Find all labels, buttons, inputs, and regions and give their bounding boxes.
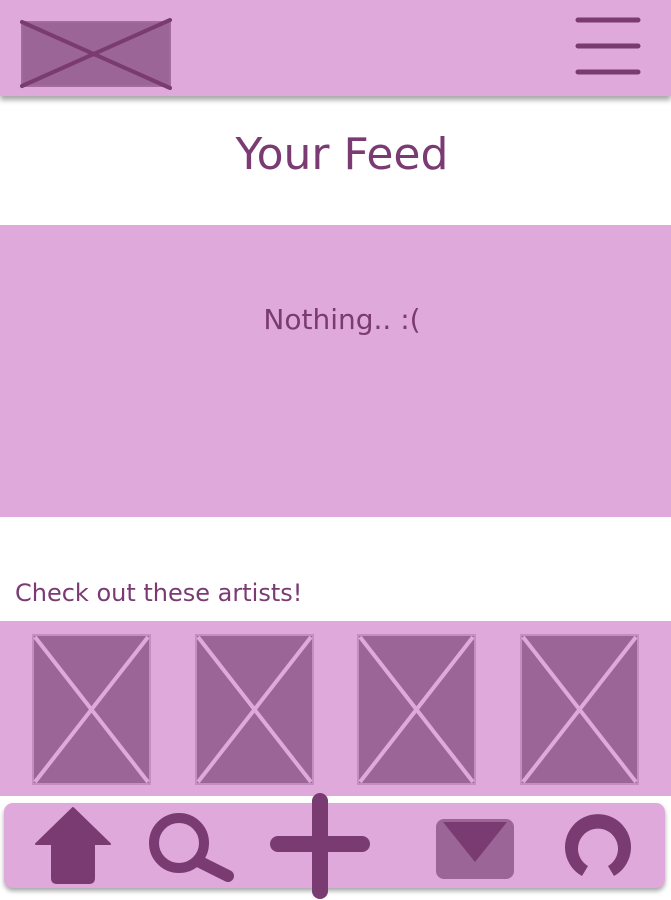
nav-profile-button[interactable] bbox=[560, 808, 636, 880]
nav-home-button[interactable] bbox=[34, 806, 112, 886]
app-header bbox=[0, 0, 671, 96]
image-placeholder-icon bbox=[195, 634, 314, 785]
hamburger-menu-icon[interactable] bbox=[572, 14, 644, 80]
feed-page: Your Feed Nothing.. :( Check out these a… bbox=[0, 0, 671, 900]
mail-icon bbox=[436, 819, 514, 879]
search-icon bbox=[149, 813, 234, 882]
feed-panel bbox=[0, 225, 671, 517]
profile-icon bbox=[565, 814, 631, 876]
artists-heading: Check out these artists! bbox=[15, 579, 303, 607]
image-placeholder-icon bbox=[520, 634, 639, 785]
image-placeholder-icon bbox=[357, 634, 476, 785]
nav-create-button[interactable] bbox=[270, 793, 370, 899]
home-icon bbox=[35, 807, 111, 884]
page-title: Your Feed bbox=[235, 129, 449, 180]
empty-feed-message: Nothing.. :( bbox=[263, 303, 421, 336]
nav-messages-button[interactable] bbox=[435, 818, 515, 880]
artist-card[interactable] bbox=[31, 633, 152, 786]
artist-card[interactable] bbox=[356, 633, 477, 786]
image-placeholder-icon bbox=[32, 634, 151, 785]
logo-placeholder-icon[interactable] bbox=[20, 18, 172, 90]
plus-icon bbox=[270, 793, 370, 899]
artist-card[interactable] bbox=[519, 633, 640, 786]
nav-search-button[interactable] bbox=[146, 812, 238, 884]
artist-card[interactable] bbox=[194, 633, 315, 786]
